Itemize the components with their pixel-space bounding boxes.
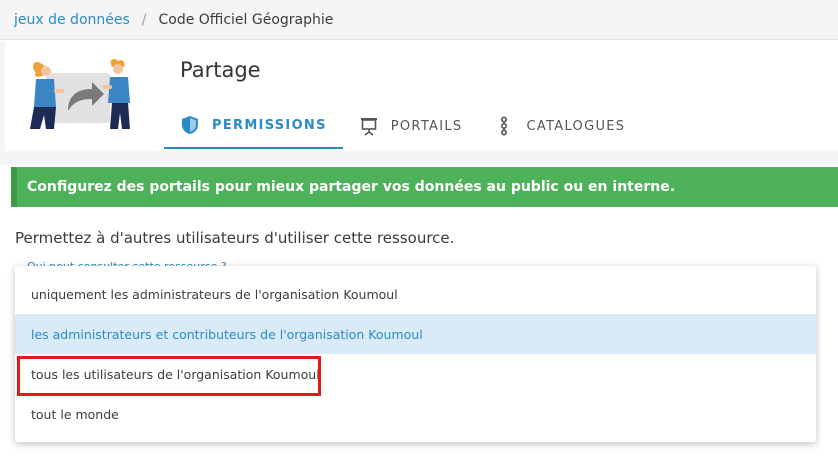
tab-permissions[interactable]: PERMISSIONS xyxy=(164,103,343,149)
permissions-intro: Permettez à d'autres utilisateurs d'util… xyxy=(15,229,455,247)
presentation-board-icon xyxy=(359,116,379,136)
tab-catalogues-label: CATALOGUES xyxy=(526,118,626,134)
option-admins-and-contributors[interactable]: les administrateurs et contributeurs de … xyxy=(15,314,816,354)
option-admins-only[interactable]: uniquement les administrateurs de l'orga… xyxy=(15,274,816,314)
breadcrumb-current: Code Officiel Géographie xyxy=(158,11,334,28)
vertical-nodes-icon xyxy=(494,116,514,136)
info-banner: Configurez des portails pour mieux parta… xyxy=(11,167,838,207)
tab-catalogues[interactable]: CATALOGUES xyxy=(478,103,641,149)
breadcrumb: jeux de données / Code Officiel Géograph… xyxy=(0,0,838,40)
tab-portails-label: PORTAILS xyxy=(390,118,463,134)
tab-bar: PERMISSIONS PORTAILS CATALOGUES xyxy=(164,103,641,149)
permissions-panel: Configurez des portails pour mieux parta… xyxy=(0,151,838,456)
tab-permissions-label: PERMISSIONS xyxy=(212,117,327,133)
visibility-dropdown-menu: uniquement les administrateurs de l'orga… xyxy=(15,266,816,442)
info-banner-text: Configurez des portails pour mieux parta… xyxy=(27,179,676,195)
option-all-org-users[interactable]: tous les utilisateurs de l'organisation … xyxy=(15,354,816,394)
content-separator xyxy=(0,151,838,165)
breadcrumb-link-datasets[interactable]: jeux de données xyxy=(14,12,130,28)
option-everyone[interactable]: tout le monde xyxy=(15,394,816,434)
sharing-illustration xyxy=(30,59,130,129)
tab-portails[interactable]: PORTAILS xyxy=(343,103,479,149)
shield-icon xyxy=(180,115,200,135)
page-title: Partage xyxy=(180,58,261,82)
page-header: Partage PERMISSIONS PORTAILS CATALOGUES xyxy=(0,41,838,151)
breadcrumb-separator: / xyxy=(141,11,147,28)
header-edge xyxy=(0,41,5,151)
